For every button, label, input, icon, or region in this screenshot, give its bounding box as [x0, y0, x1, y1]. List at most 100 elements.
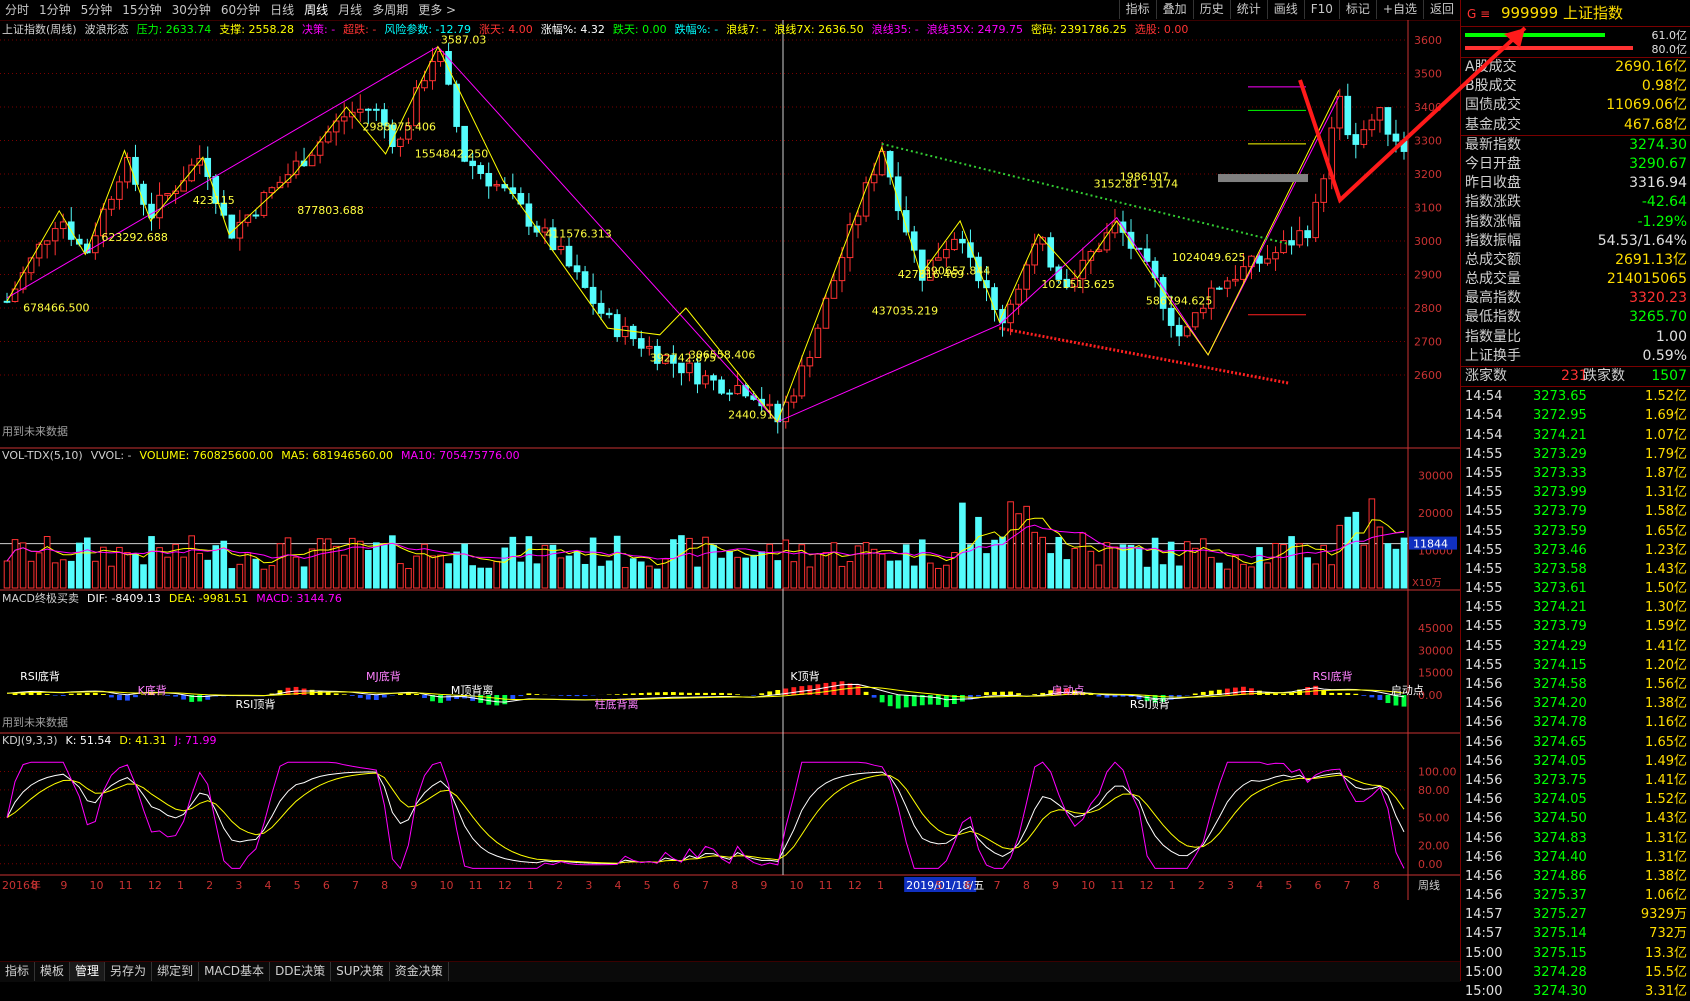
tick-row[interactable]: 14:55 3273.46 1.23亿	[1461, 541, 1690, 560]
tick-row[interactable]: 14:54 3272.95 1.69亿	[1461, 406, 1690, 425]
tick-row[interactable]: 14:55 3274.21 1.30亿	[1461, 598, 1690, 617]
wave-label: 437035.219	[872, 305, 938, 318]
tick-row[interactable]: 14:56 3274.50 1.43亿	[1461, 809, 1690, 828]
bottom-tab[interactable]: 绑定到	[152, 962, 200, 981]
tick-volume: 1.65亿	[1645, 734, 1687, 750]
volume-bar	[381, 544, 388, 589]
bottom-tab[interactable]: 指标	[0, 962, 36, 981]
bottom-tab[interactable]: SUP决策	[331, 962, 390, 981]
x-tick-label: 6	[673, 879, 680, 892]
volume-bar	[212, 545, 220, 589]
tick-row[interactable]: 14:55 3273.79 1.58亿	[1461, 502, 1690, 521]
bottom-tab[interactable]: 模板	[35, 962, 71, 981]
stat-value: 1.00	[1655, 328, 1687, 345]
volume-bar	[694, 566, 701, 589]
tick-row[interactable]: 14:56 3274.58 1.56亿	[1461, 675, 1690, 694]
period-tab[interactable]: 更多 >	[413, 0, 461, 20]
tool-button[interactable]: 画线	[1266, 0, 1304, 19]
tick-row[interactable]: 14:57 3275.14 732万	[1461, 924, 1690, 943]
tick-row[interactable]: 14:55 3273.58 1.43亿	[1461, 560, 1690, 579]
candle	[43, 240, 51, 259]
stat-value: -42.64	[1641, 194, 1687, 211]
candle-body	[854, 215, 862, 226]
x-tick-label: 7	[702, 879, 709, 892]
tick-volume: 1.49亿	[1645, 753, 1687, 769]
menu-icon[interactable]: G ≡	[1467, 7, 1490, 21]
tick-row[interactable]: 14:54 3273.65 1.52亿	[1461, 387, 1690, 406]
tick-row[interactable]: 15:00 3274.30 3.31亿	[1461, 982, 1690, 1001]
volume-bar	[1079, 532, 1087, 589]
tick-row[interactable]: 14:56 3274.40 1.31亿	[1461, 848, 1690, 867]
tick-row[interactable]: 15:00 3275.15 13.3亿	[1461, 944, 1690, 963]
tick-price: 3275.15	[1533, 945, 1587, 961]
bottom-tab[interactable]: 资金决策	[390, 962, 449, 981]
period-tab[interactable]: 15分钟	[117, 0, 166, 20]
tool-button[interactable]: 指标	[1118, 0, 1156, 19]
tick-time: 14:56	[1465, 753, 1503, 769]
tick-time: 14:54	[1465, 408, 1503, 424]
tick-row[interactable]: 14:54 3274.21 1.07亿	[1461, 426, 1690, 445]
period-tab[interactable]: 周线	[299, 0, 333, 20]
volume-bar	[1304, 557, 1311, 589]
volume-bar	[1031, 531, 1038, 589]
candle	[1304, 225, 1311, 247]
tick-row[interactable]: 15:00 3274.28 15.5亿	[1461, 963, 1690, 982]
volume-bar	[935, 567, 942, 589]
tool-button[interactable]: 统计	[1229, 0, 1267, 19]
tick-row[interactable]: 14:55 3273.33 1.87亿	[1461, 464, 1690, 483]
tick-row[interactable]: 14:55 3273.61 1.50亿	[1461, 579, 1690, 598]
tick-price: 3274.30	[1533, 984, 1587, 999]
tick-row[interactable]: 14:56 3274.65 1.65亿	[1461, 733, 1690, 752]
tick-row[interactable]: 14:55 3274.29 1.41亿	[1461, 637, 1690, 656]
period-tab[interactable]: 1分钟	[34, 0, 76, 20]
tick-row[interactable]: 14:55 3273.79 1.59亿	[1461, 617, 1690, 636]
tool-button[interactable]: 返回	[1422, 0, 1460, 19]
tick-row[interactable]: 14:55 3273.29 1.79亿	[1461, 445, 1690, 464]
volume-bar	[356, 540, 364, 589]
period-tab[interactable]: 60分钟	[216, 0, 265, 20]
chart-area[interactable]: 3600350034003300320031003000290028002700…	[0, 20, 1460, 961]
future-data-note: 用到未来数据	[2, 715, 68, 729]
candle	[204, 146, 212, 190]
period-tab[interactable]: 5分钟	[76, 0, 118, 20]
candle	[991, 283, 998, 322]
volume-bar	[116, 546, 123, 589]
tick-row[interactable]: 14:56 3274.83 1.31亿	[1461, 829, 1690, 848]
period-tab[interactable]: 日线	[265, 0, 299, 20]
tick-row[interactable]: 14:56 3275.37 1.06亿	[1461, 886, 1690, 905]
tool-button[interactable]: F10	[1303, 0, 1339, 19]
bottom-tab[interactable]: 管理	[70, 962, 106, 981]
bottom-tab[interactable]: MACD基本	[199, 962, 271, 981]
tool-button[interactable]: +自选	[1375, 0, 1423, 19]
tool-button[interactable]: 标记	[1338, 0, 1376, 19]
tool-button[interactable]: 叠加	[1155, 0, 1193, 19]
tick-time: 14:55	[1465, 619, 1503, 635]
candle	[485, 162, 493, 199]
period-tab[interactable]: 30分钟	[167, 0, 216, 20]
bottom-tab[interactable]: DDE决策	[270, 962, 332, 981]
volume-bar	[260, 568, 268, 589]
tick-row[interactable]: 14:55 3273.59 1.65亿	[1461, 522, 1690, 541]
tick-row[interactable]: 14:55 3273.99 1.31亿	[1461, 483, 1690, 502]
tick-row[interactable]: 14:56 3273.75 1.41亿	[1461, 771, 1690, 790]
tick-row[interactable]: 14:57 3275.27 9329万	[1461, 905, 1690, 924]
tick-row[interactable]: 14:56 3274.86 1.38亿	[1461, 867, 1690, 886]
tick-row[interactable]: 14:56 3274.05 1.52亿	[1461, 790, 1690, 809]
legend-item: MA5: 681946560.00	[281, 449, 393, 462]
tick-time: 15:00	[1465, 964, 1503, 980]
volume-bar	[1336, 524, 1344, 589]
tick-row[interactable]: 14:56 3274.78 1.16亿	[1461, 713, 1690, 732]
tick-row[interactable]: 14:56 3274.20 1.38亿	[1461, 694, 1690, 713]
period-tab[interactable]: 多周期	[367, 0, 413, 20]
tick-row[interactable]: 14:56 3274.05 1.49亿	[1461, 752, 1690, 771]
macd-panel: 4500030000150000.00RSI底背K底背RSI顶背MJ底背M顶背离…	[2, 622, 1453, 729]
bottom-tab[interactable]: 另存为	[105, 962, 153, 981]
x-axis: 2016年8 9 10 11 12 1 2 3 4 5 6 7 8 9 10 11 12 1 2 3 4 5 6 7 8 9 10 1…	[2, 877, 1440, 892]
candle-body	[830, 280, 838, 299]
tick-row[interactable]: 14:55 3274.15 1.20亿	[1461, 656, 1690, 675]
tick-list[interactable]: 14:54 3273.65 1.52亿 14:54 3272.95 1.69亿 14:54 3…	[1461, 387, 1690, 1001]
tool-button[interactable]: 历史	[1192, 0, 1230, 19]
x-tick-label: 6	[1315, 879, 1322, 892]
period-tab[interactable]: 月线	[333, 0, 367, 20]
period-tab[interactable]: 分时	[0, 0, 34, 20]
